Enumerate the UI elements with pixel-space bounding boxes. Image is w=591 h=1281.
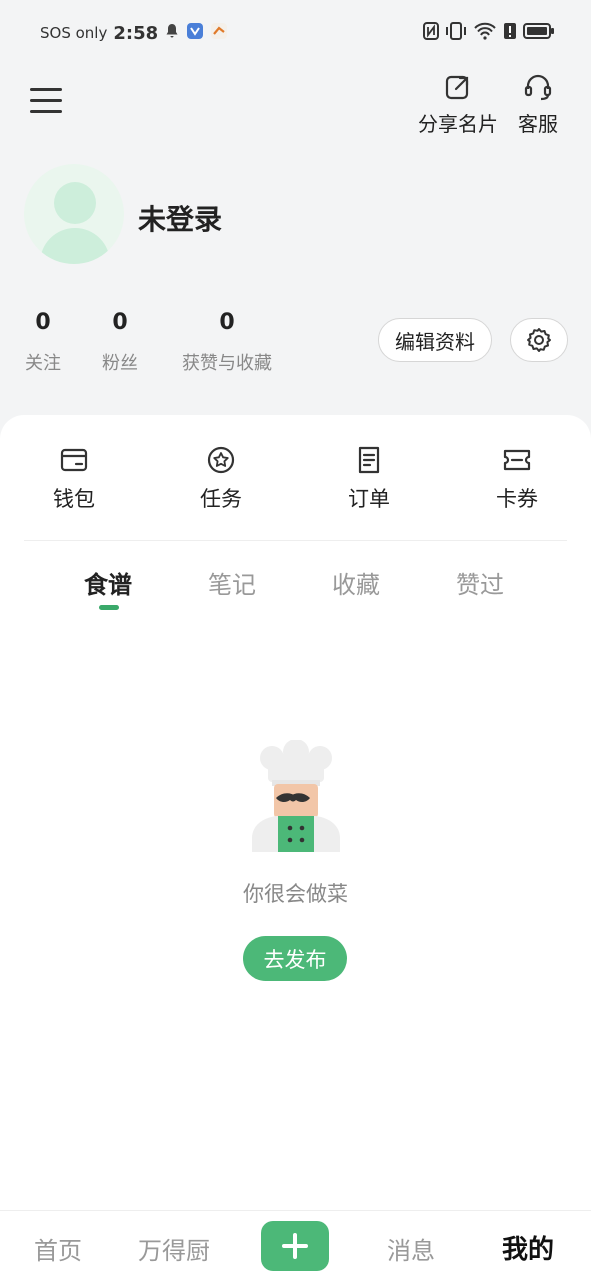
orders-button[interactable]: 订单 xyxy=(319,445,419,513)
bell-icon xyxy=(164,23,180,43)
bottom-nav: 首页 万得厨 消息 我的 xyxy=(0,1210,591,1281)
ticket-icon xyxy=(503,449,531,471)
tab-favorites[interactable]: 收藏 xyxy=(332,565,380,600)
nav-brand[interactable]: 万得厨 xyxy=(138,1231,210,1266)
top-bar: 分享名片 客服 xyxy=(0,66,591,150)
clock-text: 2:58 xyxy=(113,22,159,44)
content-card: 钱包 任务 订单 卡券 食谱 笔记 收藏 赞过 你很会做菜 去发布 xyxy=(0,415,591,1210)
edit-profile-button[interactable]: 编辑资料 xyxy=(378,318,492,362)
chef-illustration xyxy=(252,740,340,852)
coupons-button[interactable]: 卡券 xyxy=(467,445,567,513)
carrier-text: SOS only xyxy=(40,24,108,42)
stat-label: 关注 xyxy=(25,353,61,374)
wallet-button[interactable]: 钱包 xyxy=(24,445,124,513)
settings-button[interactable] xyxy=(510,318,568,362)
stat-followers[interactable]: 0 粉丝 xyxy=(101,310,139,375)
vibrate-icon xyxy=(445,22,467,44)
create-post-button[interactable] xyxy=(261,1221,329,1271)
divider xyxy=(24,540,567,541)
wallet-icon xyxy=(60,448,88,472)
share-icon xyxy=(445,75,469,100)
avatar[interactable] xyxy=(24,164,124,264)
username[interactable]: 未登录 xyxy=(138,198,222,238)
tab-notes[interactable]: 笔记 xyxy=(208,565,256,600)
headset-icon xyxy=(524,74,552,101)
nav-home[interactable]: 首页 xyxy=(34,1231,82,1266)
app-notification-icon xyxy=(186,22,204,44)
share-card-label: 分享名片 xyxy=(418,112,498,136)
share-card-button[interactable]: 分享名片 xyxy=(418,72,498,137)
customer-service-button[interactable]: 客服 xyxy=(518,72,558,137)
plus-icon xyxy=(282,1233,308,1259)
publish-button[interactable]: 去发布 xyxy=(243,936,347,981)
coupons-label: 卡券 xyxy=(496,487,538,511)
empty-state-message: 你很会做菜 xyxy=(243,882,348,906)
order-icon xyxy=(358,446,380,474)
orders-label: 订单 xyxy=(348,487,390,511)
star-circle-icon xyxy=(207,446,235,474)
customer-service-label: 客服 xyxy=(518,112,558,136)
tasks-button[interactable]: 任务 xyxy=(171,445,271,513)
nav-mine[interactable]: 我的 xyxy=(502,1229,554,1266)
profile-section: 未登录 0 关注 0 粉丝 0 获赞与收藏 编辑资料 xyxy=(0,150,591,420)
status-right xyxy=(423,22,555,44)
alert-icon xyxy=(503,22,517,44)
gear-icon xyxy=(527,328,551,352)
tab-recipes[interactable]: 食谱 xyxy=(84,565,132,600)
tab-liked[interactable]: 赞过 xyxy=(456,565,504,600)
app-notification-icon-2 xyxy=(210,22,228,44)
status-left: SOS only 2:58 xyxy=(40,22,228,44)
stat-count: 0 xyxy=(112,310,128,335)
menu-icon[interactable] xyxy=(30,88,62,116)
stat-label: 粉丝 xyxy=(102,353,138,374)
wallet-label: 钱包 xyxy=(53,487,95,511)
nfc-icon xyxy=(423,22,439,44)
battery-icon xyxy=(523,22,555,44)
tasks-label: 任务 xyxy=(200,487,242,511)
stat-count: 0 xyxy=(219,310,235,335)
stat-following[interactable]: 0 关注 xyxy=(24,310,62,375)
stat-count: 0 xyxy=(35,310,51,335)
stat-likes-collections[interactable]: 0 获赞与收藏 xyxy=(178,310,276,375)
stat-label: 获赞与收藏 xyxy=(182,353,272,374)
nav-messages[interactable]: 消息 xyxy=(387,1231,435,1266)
status-bar: SOS only 2:58 xyxy=(0,0,591,66)
wifi-icon xyxy=(473,22,497,44)
active-tab-indicator xyxy=(99,605,119,610)
